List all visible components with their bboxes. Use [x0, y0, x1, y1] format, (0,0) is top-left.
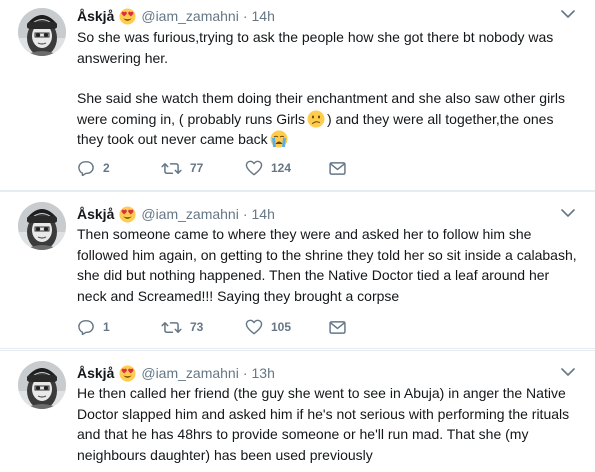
display-name[interactable]: Åskjå — [77, 8, 114, 24]
heart-icon — [245, 319, 263, 335]
tweet-paragraph: So she was furious,trying to ask the peo… — [77, 29, 554, 66]
timestamp[interactable]: 14h — [252, 8, 275, 24]
tweet-text: So she was furious,trying to ask the peo… — [77, 27, 577, 150]
display-name[interactable]: Åskjå — [77, 206, 114, 222]
crying-face-emoji-icon — [270, 130, 288, 148]
user-handle[interactable]: @iam_zamahni — [141, 206, 238, 222]
tweet[interactable]: Åskjå @iam_zamahni · 14h Then someone ca… — [0, 191, 595, 349]
timestamp[interactable]: 13h — [252, 365, 275, 381]
display-name[interactable]: Åskjå — [77, 365, 114, 381]
reply-button[interactable]: 2 — [77, 160, 161, 176]
heart-eyes-emoji-icon — [119, 8, 136, 25]
tweet[interactable]: Åskjå @iam_zamahni · 14h So she was furi… — [0, 0, 595, 191]
tweet-text: Then someone came to where they were and… — [77, 226, 577, 304]
tweet-actions: 1 73 105 — [77, 318, 349, 336]
like-button[interactable]: 105 — [245, 319, 329, 335]
retweet-button[interactable]: 73 — [161, 320, 245, 335]
direct-message-button[interactable] — [329, 321, 349, 334]
avatar[interactable] — [18, 8, 66, 56]
reply-icon — [77, 319, 95, 335]
separator-dot: · — [242, 8, 248, 24]
timestamp[interactable]: 14h — [252, 206, 275, 222]
tweet-header: Åskjå @iam_zamahni · 14h — [77, 6, 565, 26]
retweet-count: 73 — [190, 320, 204, 334]
direct-message-button[interactable] — [329, 162, 349, 175]
heart-eyes-emoji-icon — [119, 206, 136, 223]
like-button[interactable]: 124 — [245, 160, 329, 176]
user-handle[interactable]: @iam_zamahni — [141, 8, 238, 24]
tweet-header: Åskjå @iam_zamahni · 13h — [77, 363, 565, 383]
retweet-icon — [161, 320, 182, 335]
avatar[interactable] — [18, 202, 66, 250]
reply-icon — [77, 160, 95, 176]
envelope-icon — [329, 162, 346, 175]
reply-count: 2 — [103, 161, 110, 175]
chevron-down-icon[interactable] — [561, 208, 575, 218]
reply-count: 1 — [103, 320, 110, 334]
reply-button[interactable]: 1 — [77, 319, 161, 335]
tweet-header: Åskjå @iam_zamahni · 14h — [77, 204, 565, 224]
like-count: 105 — [271, 320, 292, 334]
retweet-count: 77 — [190, 161, 204, 175]
tweet-paragraph: She said she watch them doing their ench… — [77, 88, 577, 150]
heart-eyes-emoji-icon — [119, 365, 136, 382]
timeline: Åskjå @iam_zamahni · 14h So she was furi… — [0, 0, 595, 472]
confused-face-emoji-icon — [307, 110, 325, 128]
tweet-text: He then called her friend (the guy she w… — [77, 385, 570, 463]
chevron-down-icon[interactable] — [561, 9, 575, 19]
retweet-button[interactable]: 77 — [161, 161, 245, 176]
avatar-image — [18, 202, 66, 250]
tweet-actions: 2 77 124 — [77, 159, 349, 177]
avatar-image — [18, 361, 66, 409]
separator-dot: · — [242, 206, 248, 222]
heart-icon — [245, 160, 263, 176]
chevron-down-icon[interactable] — [561, 367, 575, 377]
avatar-image — [18, 8, 66, 56]
user-handle[interactable]: @iam_zamahni — [141, 365, 238, 381]
tweet[interactable]: Åskjå @iam_zamahni · 13h He then called … — [0, 350, 595, 472]
retweet-icon — [161, 161, 182, 176]
envelope-icon — [329, 321, 346, 334]
separator-dot: · — [242, 365, 248, 381]
like-count: 124 — [271, 161, 292, 175]
avatar[interactable] — [18, 361, 66, 409]
